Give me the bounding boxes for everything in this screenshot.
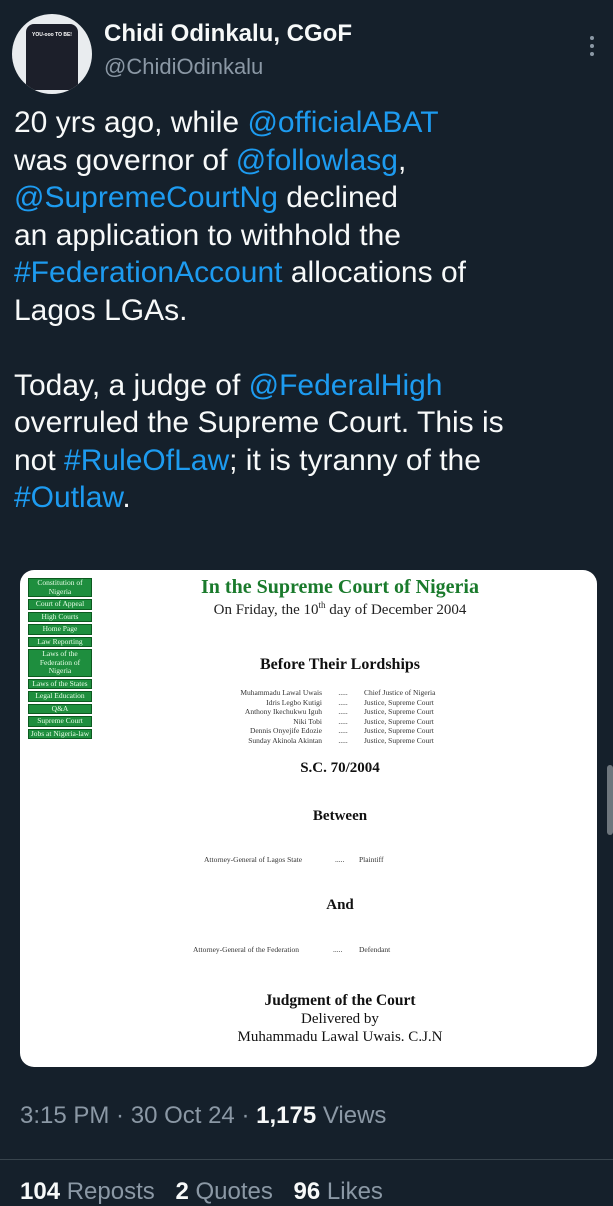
document-before-heading: Before Their Lordships bbox=[259, 656, 421, 673]
nav-item: Home Page bbox=[28, 624, 92, 635]
avatar[interactable]: YOU-ooo TO BE! bbox=[12, 14, 92, 94]
defendant-role: Defendant bbox=[359, 945, 391, 954]
tweet-line: #FederationAccount allocations of bbox=[14, 256, 466, 289]
reposts-stat[interactable]: 104 Reposts bbox=[20, 1178, 155, 1205]
author-handle[interactable]: @ChidiOdinkalu bbox=[104, 54, 263, 80]
delivered-label: Delivered by bbox=[301, 1011, 379, 1027]
nav-item: Q&A bbox=[28, 703, 92, 714]
delivered-by: Muhammadu Lawal Uwais. C.J.N bbox=[237, 1029, 443, 1045]
tweet-line: an application to withhold the bbox=[14, 218, 401, 252]
plaintiff-role: Plaintiff bbox=[359, 855, 384, 864]
tweet-line: Lagos LGAs. bbox=[14, 293, 188, 327]
avatar-shirt-text: YOU-ooo TO BE! bbox=[32, 32, 72, 38]
tweet-time[interactable]: 3:15 PM bbox=[20, 1102, 109, 1129]
tweet-meta: 3:15 PM · 30 Oct 24 · 1,175 Views bbox=[20, 1102, 387, 1129]
tweet-line: overruled the Supreme Court. This is bbox=[14, 406, 504, 439]
tweet-line: 20 yrs ago, while @officialABAT bbox=[14, 106, 439, 139]
tweet-line: @SupremeCourtNg declined bbox=[14, 181, 398, 214]
tweet-line: #Outlaw. bbox=[14, 481, 131, 514]
judge-row: Idris Legbo Kutigi..... Justice, Supreme … bbox=[266, 697, 434, 707]
divider bbox=[0, 1159, 613, 1160]
tweet-line: Today, a judge of @FederalHigh bbox=[14, 368, 443, 402]
views-count: 1,175 bbox=[256, 1102, 317, 1129]
likes-stat[interactable]: 96 Likes bbox=[294, 1178, 383, 1205]
tweet-text: 20 yrs ago, while @officialABAT was gove… bbox=[14, 104, 599, 517]
judge-row: Niki Tobi..... Justice, Supreme Court bbox=[293, 716, 434, 726]
defendant-name: Attorney-General of the Federation bbox=[193, 945, 299, 954]
views-label: Views bbox=[316, 1102, 387, 1129]
tweet-line: was governor of @followlasg, bbox=[14, 143, 407, 177]
case-number: S.C. 70/2004 bbox=[300, 760, 380, 776]
mention-federalhigh[interactable]: @FederalHigh bbox=[249, 369, 443, 402]
hashtag-outlaw[interactable]: #Outlaw bbox=[14, 481, 122, 514]
nav-item: Law Reporting bbox=[28, 636, 92, 647]
judgment-heading: Judgment of the Court bbox=[264, 992, 416, 1009]
between-heading: Between bbox=[312, 808, 368, 824]
and-heading: And bbox=[326, 897, 354, 913]
scrollbar[interactable] bbox=[607, 765, 613, 835]
more-options-icon[interactable] bbox=[582, 32, 602, 72]
judge-row: Muhammadu Lawal Uwais..... Chief Justice … bbox=[240, 688, 436, 697]
plaintiff-name: Attorney-General of Lagos State bbox=[204, 855, 303, 864]
plaintiff-dots: ..... bbox=[335, 855, 345, 864]
author-name[interactable]: Chidi Odinkalu, CGoF bbox=[104, 20, 352, 48]
nav-item: Jobs at Nigeria-law bbox=[28, 728, 92, 739]
tweet-date[interactable]: 30 Oct 24 bbox=[131, 1102, 235, 1129]
document-date: On Friday, the 10th day of December 2004 bbox=[213, 600, 467, 618]
judge-row: Anthony Ikechukwu Iguh..... Justice, Supr… bbox=[244, 707, 434, 716]
mention-supremecourtng[interactable]: @SupremeCourtNg bbox=[14, 181, 278, 214]
avatar-shirt: YOU-ooo TO BE! bbox=[26, 24, 78, 90]
mention-followlasg[interactable]: @followlasg bbox=[236, 144, 398, 177]
tweet-line: not #RuleOfLaw; it is tyranny of the bbox=[14, 443, 481, 477]
nav-item: Laws of the States bbox=[28, 678, 92, 689]
mention-officialabat[interactable]: @officialABAT bbox=[247, 106, 438, 139]
hashtag-federationaccount[interactable]: #FederationAccount bbox=[14, 256, 283, 289]
nav-item: Supreme Court bbox=[28, 716, 92, 727]
document-court-title: In the Supreme Court of Nigeria bbox=[201, 576, 479, 598]
nav-item: Legal Education bbox=[28, 691, 92, 702]
judge-row: Sunday Akinola Akintan..... Justice, Supr… bbox=[248, 735, 434, 745]
judges-list: Muhammadu Lawal Uwais..... Chief Justice … bbox=[210, 688, 484, 745]
attached-image[interactable]: Constitution of Nigeria Court of Appeal … bbox=[20, 570, 597, 1067]
judge-row: Dennis Onyejife Edozie..... Justice, Supr… bbox=[249, 726, 434, 735]
defendant-dots: ..... bbox=[333, 945, 343, 954]
quotes-stat[interactable]: 2 Quotes bbox=[175, 1178, 272, 1205]
engagement-stats: 104 Reposts 2 Quotes 96 Likes bbox=[20, 1178, 397, 1206]
hashtag-ruleoflaw[interactable]: #RuleOfLaw bbox=[64, 444, 229, 477]
tweet-header: YOU-ooo TO BE! Chidi Odinkalu, CGoF @Chi… bbox=[12, 14, 602, 94]
